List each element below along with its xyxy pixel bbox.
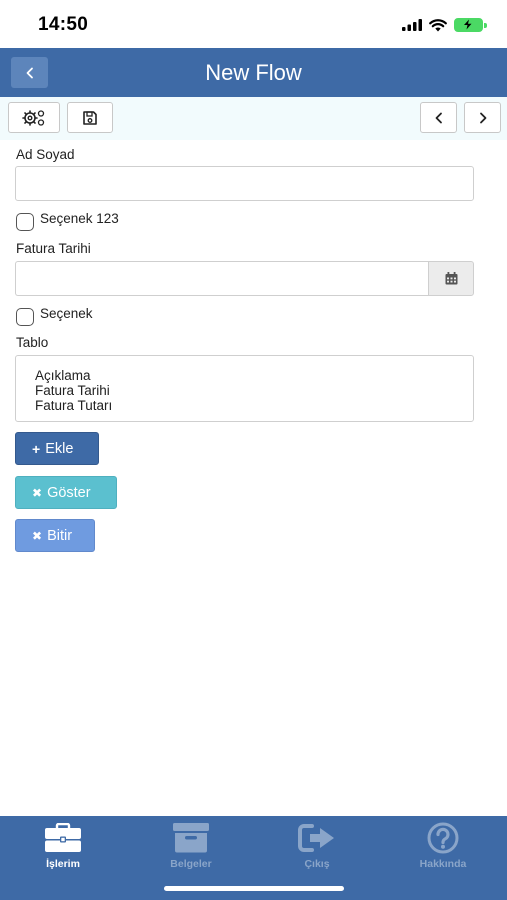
list-item[interactable]: Fatura Tutarı	[35, 398, 473, 413]
date-label: Fatura Tarihi	[16, 241, 91, 256]
nav-bar: New Flow	[0, 48, 507, 97]
save-button[interactable]	[67, 102, 113, 133]
status-icons	[402, 16, 487, 34]
list-item[interactable]: Fatura Tarihi	[35, 383, 473, 398]
status-bar: 14:50	[0, 0, 507, 48]
tab-label: Çıkış	[304, 858, 330, 870]
calendar-icon	[445, 272, 457, 285]
plus-icon: +	[32, 440, 41, 457]
sign-out-icon	[298, 824, 334, 852]
option1-row: Seçenek 123	[16, 210, 119, 231]
page-title: New Flow	[205, 60, 302, 85]
wifi-icon	[429, 18, 447, 31]
finish-button-label: Bitir	[47, 527, 73, 544]
next-button[interactable]	[464, 102, 501, 133]
date-input[interactable]	[15, 261, 429, 296]
chevron-right-icon	[479, 112, 486, 123]
table-label: Tablo	[16, 335, 49, 350]
table-listbox[interactable]: Açıklama Fatura Tarihi Fatura Tutarı	[15, 355, 474, 422]
name-label: Ad Soyad	[16, 147, 75, 162]
add-button-label: Ekle	[45, 440, 74, 457]
toolbar	[0, 97, 507, 140]
show-button-label: Göster	[47, 484, 91, 501]
tab-hakkinda[interactable]: Hakkında	[393, 822, 493, 874]
tab-label: Hakkında	[419, 858, 467, 870]
settings-button[interactable]	[8, 102, 60, 133]
name-input[interactable]	[15, 166, 474, 201]
option2-checkbox[interactable]	[16, 308, 34, 326]
previous-button[interactable]	[420, 102, 457, 133]
times-icon: ✖	[32, 528, 43, 543]
option1-label: Seçenek 123	[40, 210, 119, 226]
signal-icon	[402, 19, 422, 31]
list-item[interactable]: Açıklama	[35, 368, 473, 383]
tab-cikis[interactable]: Çıkış	[267, 822, 367, 874]
option2-row: Seçenek	[16, 305, 93, 326]
chevron-left-icon	[435, 112, 442, 123]
status-time: 14:50	[38, 14, 89, 35]
tab-label: İşlerim	[46, 858, 80, 870]
option2-label: Seçenek	[40, 305, 93, 321]
question-circle-icon	[427, 822, 459, 854]
add-button[interactable]: + Ekle	[15, 432, 99, 465]
save-floppy-icon	[83, 110, 97, 125]
finish-button[interactable]: ✖ Bitir	[15, 519, 95, 552]
times-icon: ✖	[32, 485, 43, 500]
home-indicator	[164, 886, 344, 891]
briefcase-icon	[45, 823, 81, 852]
show-button[interactable]: ✖ Göster	[15, 476, 117, 509]
battery-icon	[454, 18, 487, 32]
tab-label: Belgeler	[170, 858, 212, 870]
option1-checkbox[interactable]	[16, 213, 34, 231]
date-picker-button[interactable]	[428, 261, 474, 296]
tab-belgeler[interactable]: Belgeler	[141, 822, 241, 874]
archive-box-icon	[173, 823, 209, 853]
tab-islerim[interactable]: İşlerim	[13, 822, 113, 874]
settings-gears-icon	[22, 109, 45, 126]
